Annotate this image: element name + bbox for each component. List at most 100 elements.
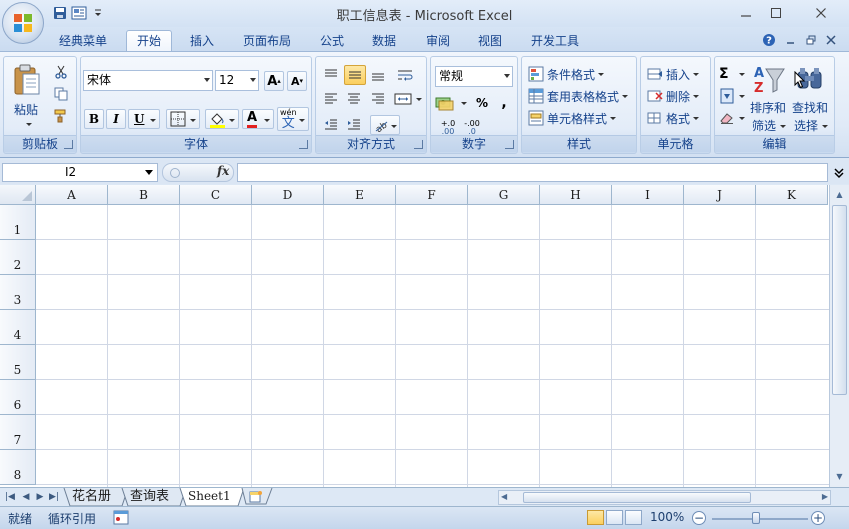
row-header-1[interactable]: 1 [0, 205, 36, 240]
workbook-restore-icon[interactable] [803, 32, 819, 48]
cell-styles-button[interactable]: 单元格样式 [528, 109, 634, 127]
underline-button[interactable]: U [128, 109, 160, 129]
cut-icon[interactable] [52, 63, 70, 81]
format-as-table-button[interactable]: 套用表格格式 [528, 87, 636, 105]
next-sheet-icon[interactable]: ▶ [33, 490, 47, 504]
scroll-down-icon[interactable]: ▼ [832, 469, 847, 484]
office-button[interactable] [2, 2, 44, 44]
bold-button[interactable]: B [84, 109, 104, 129]
merge-center-button[interactable] [394, 89, 424, 109]
macro-record-icon[interactable] [113, 510, 129, 528]
align-left-icon[interactable] [321, 89, 341, 109]
borders-button[interactable] [166, 109, 200, 129]
row-header-8[interactable]: 8 [0, 450, 36, 485]
sort-filter-dropdown-icon[interactable] [779, 123, 787, 129]
row-header-6[interactable]: 6 [0, 380, 36, 415]
align-right-icon[interactable] [368, 89, 388, 109]
maximize-button[interactable] [763, 3, 789, 23]
column-header-f[interactable]: F [396, 185, 468, 205]
tab-insert[interactable]: 插入 [180, 32, 224, 52]
name-box[interactable]: I2 [2, 163, 158, 182]
zoom-level[interactable]: 100% [650, 510, 684, 524]
font-name-combo[interactable]: 宋体 [83, 70, 213, 91]
wrap-text-icon[interactable] [394, 65, 418, 85]
tab-page-layout[interactable]: 页面布局 [234, 32, 300, 52]
zoom-slider-track[interactable] [712, 518, 808, 520]
vertical-scroll-thumb[interactable] [832, 205, 847, 395]
font-dialog-launcher[interactable] [299, 140, 308, 149]
row-header-5[interactable]: 5 [0, 345, 36, 380]
clipboard-dialog-launcher[interactable] [64, 140, 73, 149]
tab-data[interactable]: 数据 [362, 32, 406, 52]
fill-button[interactable] [719, 87, 747, 105]
column-header-d[interactable]: D [252, 185, 324, 205]
phonetic-guide-button[interactable]: wén 文 [277, 107, 309, 131]
page-layout-view-icon[interactable] [606, 510, 623, 525]
last-sheet-icon[interactable]: ▶| [47, 490, 61, 504]
prev-sheet-icon[interactable]: ◀ [19, 490, 33, 504]
accounting-format-button[interactable] [435, 93, 469, 113]
paste-button-label[interactable]: 粘贴 [14, 101, 38, 118]
autosum-button[interactable]: Σ [719, 65, 747, 83]
scroll-left-icon[interactable]: ◀ [501, 492, 507, 501]
insert-sheet-icon[interactable] [248, 490, 264, 507]
zoom-slider-knob[interactable] [752, 512, 760, 524]
column-header-i[interactable]: I [612, 185, 684, 205]
alignment-dialog-launcher[interactable] [414, 140, 423, 149]
number-dialog-launcher[interactable] [505, 140, 514, 149]
delete-cells-button[interactable]: 删除 [647, 87, 707, 105]
row-header-4[interactable]: 4 [0, 310, 36, 345]
tab-view[interactable]: 视图 [468, 32, 512, 52]
row-header-3[interactable]: 3 [0, 275, 36, 310]
find-select-label-2[interactable]: 选择 [794, 117, 818, 134]
column-header-c[interactable]: C [180, 185, 252, 205]
comma-style-button[interactable]: , [495, 93, 513, 113]
help-icon[interactable]: ? [761, 32, 777, 48]
sheet-tab-query[interactable]: 查询表 [122, 488, 177, 506]
sheet-tab-roster[interactable]: 花名册 [64, 488, 119, 506]
format-cells-button[interactable]: 格式 [647, 109, 707, 127]
formula-input[interactable] [237, 163, 828, 182]
sort-filter-icon[interactable]: AZ [752, 61, 786, 97]
format-painter-icon[interactable] [52, 107, 70, 125]
row-header-2[interactable]: 2 [0, 240, 36, 275]
insert-function-button[interactable]: fx [217, 164, 229, 178]
scroll-right-icon[interactable]: ▶ [822, 492, 828, 501]
normal-view-icon[interactable] [587, 510, 604, 525]
scroll-up-icon[interactable]: ▲ [832, 187, 847, 202]
font-color-button[interactable]: A [242, 109, 274, 129]
align-bottom-icon[interactable] [368, 65, 388, 85]
paste-dropdown-icon[interactable] [24, 121, 34, 127]
page-break-preview-icon[interactable] [625, 510, 642, 525]
conditional-formatting-button[interactable]: 条件格式 [528, 65, 634, 83]
tab-review[interactable]: 审阅 [416, 32, 460, 52]
close-button[interactable] [808, 3, 834, 23]
column-header-h[interactable]: H [540, 185, 612, 205]
insert-cells-button[interactable]: 插入 [647, 65, 707, 83]
italic-button[interactable]: I [106, 109, 126, 129]
increase-font-size-icon[interactable]: A ▴ [264, 71, 284, 91]
minimize-button[interactable] [733, 3, 759, 23]
sheet-tab-sheet1[interactable]: Sheet1 [180, 488, 239, 506]
select-all-button[interactable] [0, 185, 36, 205]
column-header-a[interactable]: A [36, 185, 108, 205]
find-select-dropdown-icon[interactable] [821, 123, 829, 129]
expand-formula-bar-icon[interactable] [830, 163, 847, 182]
horizontal-scrollbar[interactable]: ◀ ▶ [498, 490, 831, 505]
tab-home[interactable]: 开始 [126, 30, 172, 53]
workbook-close-icon[interactable] [823, 32, 839, 48]
clear-button[interactable] [719, 109, 747, 127]
paste-icon[interactable] [10, 61, 44, 99]
copy-icon[interactable] [52, 85, 70, 103]
orientation-button[interactable]: ab [370, 115, 400, 135]
align-middle-icon[interactable] [344, 65, 366, 85]
horizontal-scroll-thumb[interactable] [523, 492, 751, 503]
align-top-icon[interactable] [321, 65, 341, 85]
zoom-in-icon[interactable]: + [811, 511, 825, 525]
workbook-minimize-icon[interactable] [783, 32, 799, 48]
vertical-scrollbar[interactable]: ▲ ▼ [829, 185, 849, 487]
tab-classic-menu[interactable]: 经典菜单 [50, 32, 116, 52]
zoom-out-icon[interactable]: − [692, 511, 706, 525]
worksheet-grid[interactable]: ABCDEFGHIJK 1 2 3 4 5 6 7 8 ▲ ▼ [0, 185, 849, 487]
increase-indent-icon[interactable] [344, 115, 364, 135]
